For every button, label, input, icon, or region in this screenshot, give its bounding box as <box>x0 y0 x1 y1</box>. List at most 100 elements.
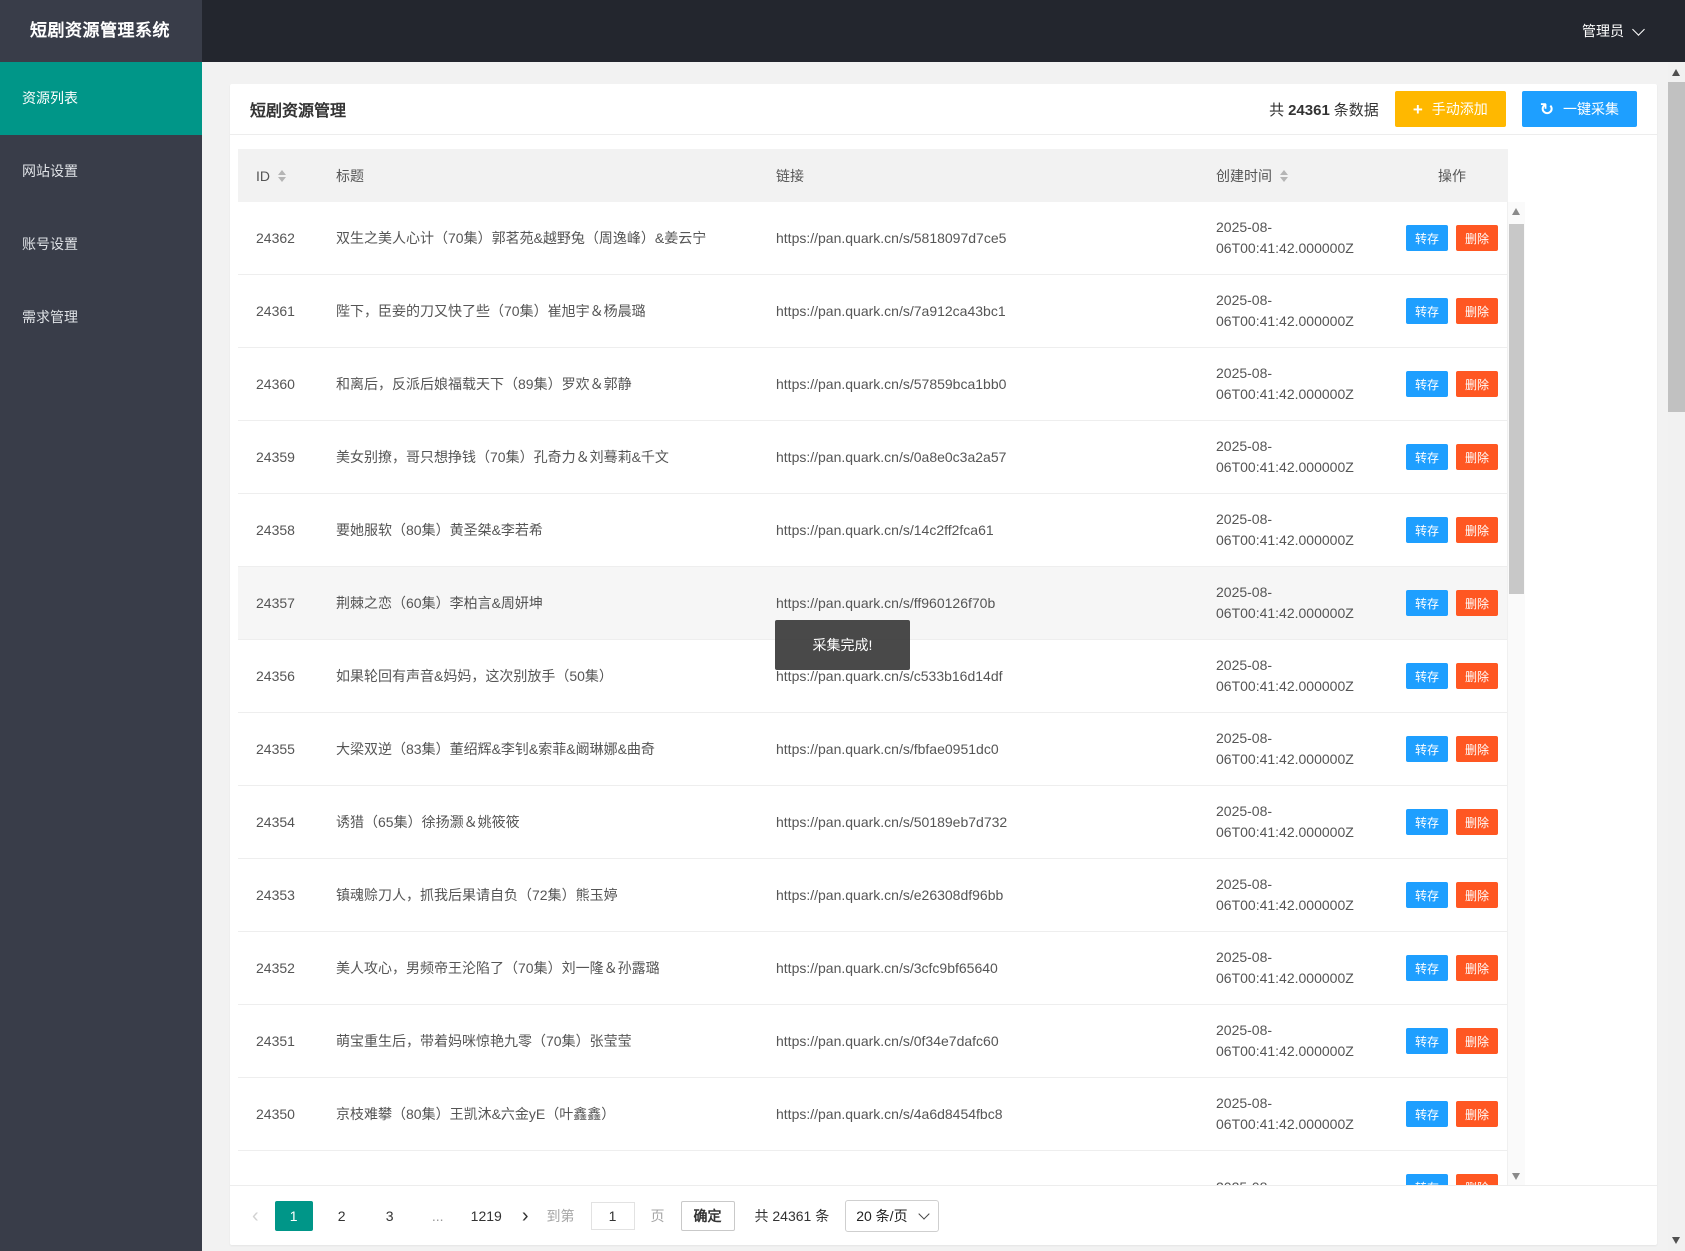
page-number-1[interactable]: 1 <box>274 1200 313 1231</box>
delete-button[interactable]: 删除 <box>1456 298 1499 324</box>
sidebar-item-resource-list[interactable]: 资源列表 <box>0 62 202 135</box>
delete-button[interactable]: 删除 <box>1456 663 1499 689</box>
column-header-created[interactable]: 创建时间 <box>1198 166 1396 186</box>
row-actions: 转存 删除 <box>1396 1028 1508 1054</box>
column-header-id[interactable]: ID <box>238 168 318 184</box>
transfer-button[interactable]: 转存 <box>1405 590 1448 616</box>
transfer-button[interactable]: 转存 <box>1405 225 1448 251</box>
transfer-button[interactable]: 转存 <box>1405 736 1448 762</box>
transfer-button[interactable]: 转存 <box>1405 955 1448 981</box>
delete-button[interactable]: 删除 <box>1456 1101 1499 1127</box>
prev-page-button[interactable]: ‹ <box>246 1202 265 1230</box>
sidebar-item-site-settings[interactable]: 网站设置 <box>0 135 202 208</box>
row-link: https://pan.quark.cn/s/0f34e7dafc60 <box>776 1033 999 1049</box>
row-actions: 转存 删除 <box>1396 955 1508 981</box>
table-scrollbar-thumb[interactable] <box>1509 224 1524 594</box>
page-jump-input[interactable] <box>590 1201 635 1230</box>
page-size-select[interactable]: 20 条/页 <box>845 1199 939 1232</box>
row-actions: 转存 删除 <box>1396 517 1508 543</box>
transfer-button[interactable]: 转存 <box>1405 517 1448 543</box>
column-header-actions: 操作 <box>1438 167 1466 184</box>
delete-button[interactable]: 删除 <box>1456 955 1499 981</box>
row-id: 24362 <box>256 230 295 246</box>
page-scrollbar-thumb[interactable] <box>1668 82 1685 412</box>
row-title: 陛下，臣妾的刀又快了些（70集）崔旭宇＆杨晨璐 <box>336 303 646 319</box>
row-link: https://pan.quark.cn/s/fbfae0951dc0 <box>776 741 999 757</box>
table-row: 24350 京枝难攀（80集）王凯沐&六金yE（叶鑫鑫） https://pan… <box>238 1078 1508 1151</box>
transfer-button[interactable]: 转存 <box>1405 444 1448 470</box>
delete-button[interactable]: 删除 <box>1456 882 1499 908</box>
scroll-down-icon[interactable] <box>1512 1173 1520 1180</box>
row-actions: 转存 删除 <box>1396 809 1508 835</box>
user-menu-label: 管理员 <box>1582 23 1624 39</box>
column-header-title: 标题 <box>336 167 364 184</box>
user-menu[interactable]: 管理员 <box>1582 21 1645 41</box>
next-page-button[interactable]: › <box>516 1202 535 1230</box>
sidebar-item-account-settings[interactable]: 账号设置 <box>0 208 202 281</box>
scroll-down-button[interactable] <box>1668 1232 1685 1249</box>
page-number-2[interactable]: 2 <box>323 1201 361 1231</box>
delete-button[interactable]: 删除 <box>1456 736 1499 762</box>
one-click-collect-button[interactable]: ↻ 一键采集 <box>1521 91 1637 127</box>
row-link: https://pan.quark.cn/s/c533b16d14df <box>776 668 1003 684</box>
row-link: https://pan.quark.cn/s/14c2ff2fca61 <box>776 522 994 538</box>
total-suffix: 条数据 <box>1333 101 1379 119</box>
transfer-button[interactable]: 转存 <box>1405 809 1448 835</box>
row-link: https://pan.quark.cn/s/0a8e0c3a2a57 <box>776 449 1007 465</box>
delete-button[interactable]: 删除 <box>1456 371 1499 397</box>
scroll-up-icon[interactable] <box>1512 208 1520 215</box>
row-id: 24351 <box>256 1033 295 1049</box>
table-row: 24351 萌宝重生后，带着妈咪惊艳九零（70集）张莹莹 https://pan… <box>238 1005 1508 1078</box>
row-created: 2025-08- 06T00:41:42.000000Z <box>1216 292 1354 329</box>
scroll-up-button[interactable] <box>1668 64 1685 81</box>
page-ellipsis: ... <box>431 1207 444 1224</box>
transfer-button[interactable]: 转存 <box>1405 1028 1448 1054</box>
table-row: 24355 大梁双逆（83集）董绍辉&李钊&索菲&阚琳娜&曲奇 https://… <box>238 713 1508 786</box>
table-row: 2025-08- 转存 删除 <box>238 1151 1508 1186</box>
delete-button[interactable]: 删除 <box>1456 590 1499 616</box>
page-scrollbar[interactable] <box>1668 62 1685 1251</box>
delete-button[interactable]: 删除 <box>1456 444 1499 470</box>
delete-button[interactable]: 删除 <box>1456 225 1499 251</box>
collect-label: 一键采集 <box>1563 101 1619 117</box>
triangle-up-icon <box>1672 69 1680 76</box>
row-link: https://pan.quark.cn/s/50189eb7d732 <box>776 814 1008 830</box>
delete-button[interactable]: 删除 <box>1456 809 1499 835</box>
manual-add-button[interactable]: + 手动添加 <box>1394 91 1506 127</box>
row-id: 24361 <box>256 303 295 319</box>
transfer-button[interactable]: 转存 <box>1405 882 1448 908</box>
sort-icon[interactable] <box>278 169 286 182</box>
row-actions: 转存 删除 <box>1396 225 1508 251</box>
confirm-button[interactable]: 确定 <box>680 1200 735 1231</box>
row-link: https://pan.quark.cn/s/4a6d8454fbc8 <box>776 1106 1003 1122</box>
header-toolbar: 共 24361 条数据 + 手动添加 ↻ 一键采集 <box>1269 91 1637 127</box>
transfer-button[interactable]: 转存 <box>1405 371 1448 397</box>
table-header-row: ID 标题 链接 创建时间 操作 <box>238 149 1508 202</box>
row-created: 2025-08- 06T00:41:42.000000Z <box>1216 1095 1354 1132</box>
transfer-button[interactable]: 转存 <box>1405 298 1448 324</box>
row-link: https://pan.quark.cn/s/3cfc9bf65640 <box>776 960 998 976</box>
delete-button[interactable]: 删除 <box>1456 517 1499 543</box>
table-scrollbar[interactable] <box>1507 202 1525 1186</box>
jump-unit-label: 页 <box>650 1207 665 1224</box>
row-title: 美女别撩，哥只想挣钱（70集）孔奇力＆刘蓦莉&千文 <box>336 449 669 465</box>
row-title: 萌宝重生后，带着妈咪惊艳九零（70集）张莹莹 <box>336 1033 632 1049</box>
table-row: 24354 诱猎（65集）徐扬灏＆姚筱筱 https://pan.quark.c… <box>238 786 1508 859</box>
row-title: 大梁双逆（83集）董绍辉&李钊&索菲&阚琳娜&曲奇 <box>336 741 655 757</box>
page-number-3[interactable]: 3 <box>371 1201 409 1231</box>
row-id: 24355 <box>256 741 295 757</box>
column-header-link: 链接 <box>776 167 804 184</box>
transfer-button[interactable]: 转存 <box>1405 663 1448 689</box>
resource-card: 短剧资源管理 共 24361 条数据 + 手动添加 ↻ 一键采集 ID 标题 链… <box>230 84 1657 1245</box>
delete-button[interactable]: 删除 <box>1456 1028 1499 1054</box>
total-count: 24361 <box>1288 101 1330 119</box>
row-id: 24358 <box>256 522 295 538</box>
transfer-button[interactable]: 转存 <box>1405 1101 1448 1127</box>
sidebar-item-demand-management[interactable]: 需求管理 <box>0 281 202 354</box>
row-actions: 转存 删除 <box>1396 736 1508 762</box>
sort-icon[interactable] <box>1280 169 1288 182</box>
footer-total-label: 共 24361 条 <box>754 1207 830 1224</box>
page-number-last[interactable]: 1219 <box>467 1201 506 1231</box>
total-prefix: 共 <box>1269 101 1285 119</box>
refresh-icon: ↻ <box>1539 99 1554 119</box>
